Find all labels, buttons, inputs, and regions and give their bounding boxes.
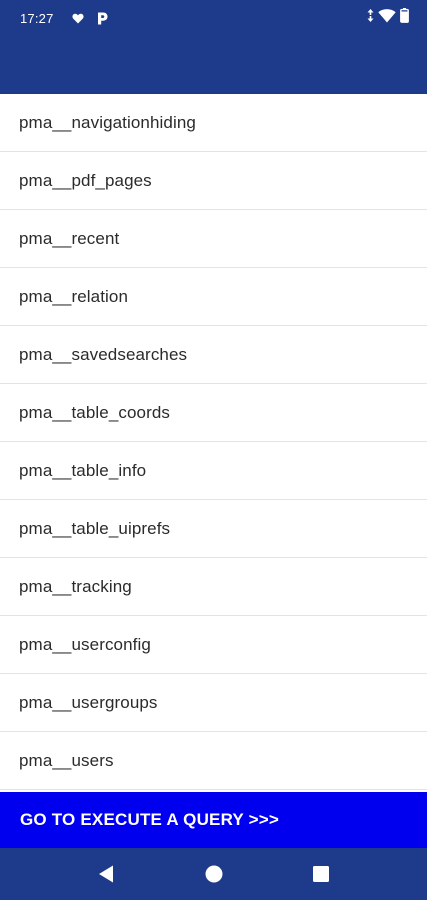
- table-item-pma-relation[interactable]: pma__relation: [0, 268, 427, 326]
- wifi-icon: [378, 8, 396, 28]
- table-item-pma-recent[interactable]: pma__recent: [0, 210, 427, 268]
- status-icons: [367, 8, 409, 28]
- recents-icon[interactable]: [309, 862, 333, 886]
- home-icon[interactable]: [202, 862, 226, 886]
- data-arrows-icon: [367, 9, 374, 27]
- table-item-pma-table-uiprefs[interactable]: pma__table_uiprefs: [0, 500, 427, 558]
- battery-icon: [400, 8, 409, 28]
- execute-query-button[interactable]: GO TO EXECUTE A QUERY >>>: [0, 792, 427, 848]
- table-item-pma-savedsearches[interactable]: pma__savedsearches: [0, 326, 427, 384]
- table-item-pma-pdf-pages[interactable]: pma__pdf_pages: [0, 152, 427, 210]
- table-item-pma-table-coords[interactable]: pma__table_coords: [0, 384, 427, 442]
- heart-icon: [72, 13, 84, 24]
- parking-icon: [96, 12, 108, 25]
- table-list: pma__navigationhiding pma__pdf_pages pma…: [0, 94, 427, 792]
- system-nav-bar: [0, 848, 427, 900]
- table-item-pma-usergroups[interactable]: pma__usergroups: [0, 674, 427, 732]
- status-time: 17:27: [20, 10, 54, 26]
- status-bar: 17:27: [0, 0, 427, 36]
- table-item-pma-table-info[interactable]: pma__table_info: [0, 442, 427, 500]
- table-item-pma-userconfig[interactable]: pma__userconfig: [0, 616, 427, 674]
- app-bar: 17:27: [0, 0, 427, 100]
- table-item-pma-navigationhiding[interactable]: pma__navigationhiding: [0, 94, 427, 152]
- table-item-pma-users[interactable]: pma__users: [0, 732, 427, 790]
- execute-query-label: GO TO EXECUTE A QUERY >>>: [20, 810, 279, 829]
- table-item-pma-tracking[interactable]: pma__tracking: [0, 558, 427, 616]
- back-icon[interactable]: [94, 862, 118, 886]
